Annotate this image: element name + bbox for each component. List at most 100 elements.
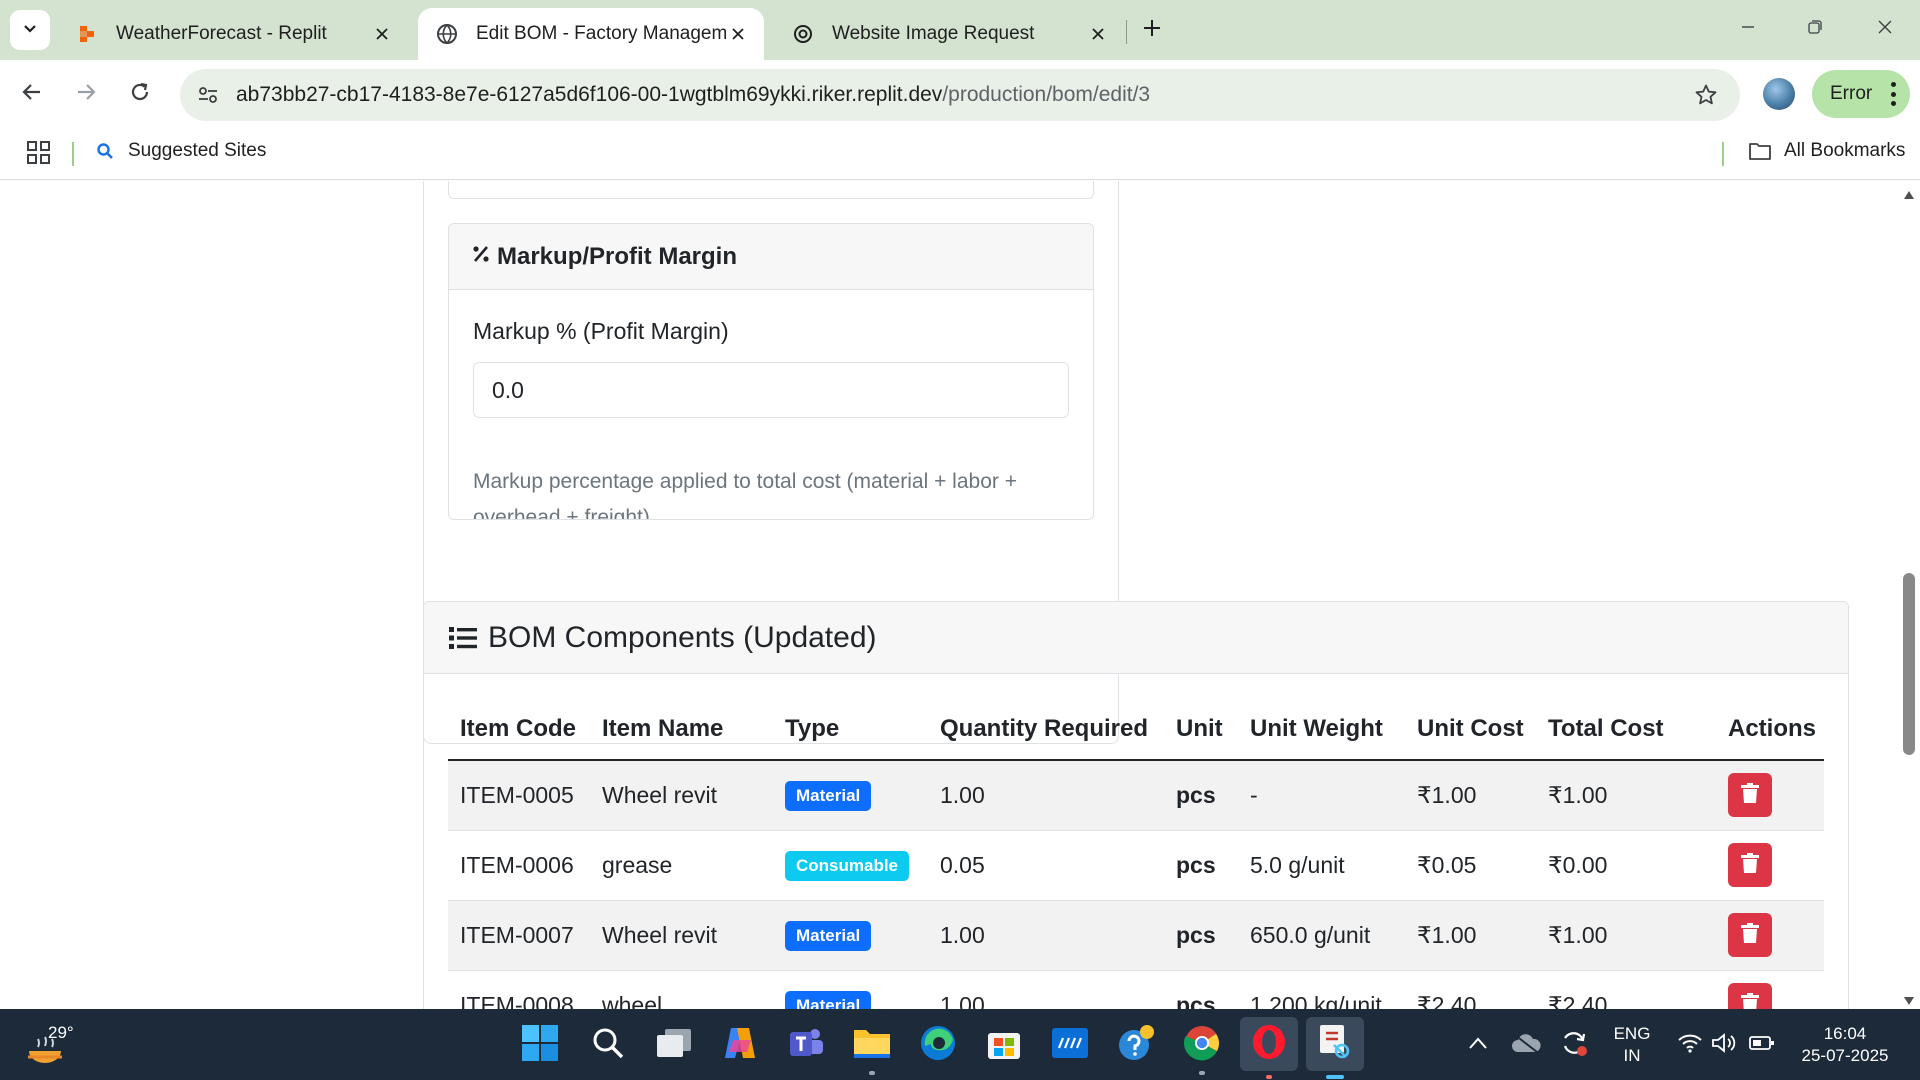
tab-weatherforecast[interactable]: WeatherForecast - Replit [58,8,408,60]
copilot-button[interactable] [718,1023,762,1067]
item-code: ITEM-0005 [448,760,590,831]
quantity-required: 1.00 [928,970,1164,1009]
more-menu-icon[interactable] [1890,82,1896,106]
item-type-cell: Material [773,900,928,971]
unit-weight: 5.0 g/unit [1238,830,1405,901]
reload-button[interactable] [122,76,158,112]
speaker-icon [1711,1032,1737,1059]
browser-toolbar: ab73bb27-cb17-4183-8e7e-6127a5d6f106-00-… [0,60,1920,128]
profile-status-label: Error [1830,83,1873,104]
actions-cell [1716,830,1824,901]
time: 16:04 [1823,1024,1867,1043]
forward-button[interactable] [68,76,104,112]
teams-button[interactable] [784,1023,828,1067]
show-hidden-icons-button[interactable] [1456,1023,1500,1067]
chrome-button[interactable] [1180,1023,1224,1075]
column-header: Unit Weight [1238,698,1405,761]
chevron-down-icon [22,20,38,41]
onedrive-button[interactable] [1504,1023,1548,1067]
myhp-button[interactable] [1048,1023,1092,1067]
minimize-button[interactable] [1733,14,1763,44]
task-view-icon [655,1027,693,1064]
active-indicator [1326,1075,1344,1079]
profile-error-button[interactable]: Error [1812,70,1910,118]
tab-website-image-request[interactable]: Website Image Request [774,8,1124,60]
unit: pcs [1164,830,1238,901]
scroll-up-icon[interactable] [1903,187,1915,199]
unit: pcs [1164,970,1238,1009]
item-code: ITEM-0006 [448,830,590,901]
new-tab-button[interactable] [1138,16,1166,44]
bookmark-label: All Bookmarks [1784,140,1906,161]
windows-taskbar: 29° ENG IN 16:04 25-07-2025 [0,1009,1920,1080]
date: 25-07-2025 [1801,1046,1889,1065]
close-icon[interactable] [370,22,394,46]
close-icon[interactable] [1086,22,1110,46]
delete-button[interactable] [1728,913,1772,957]
item-code: ITEM-0008 [448,970,590,1009]
window-close-button[interactable] [1870,14,1900,44]
table-header-row: Item Code Item Name Type Quantity Requir… [448,698,1824,761]
delete-button[interactable] [1728,773,1772,818]
bookmark-star-icon[interactable] [1692,81,1720,109]
unit-weight: 650.0 g/unit [1238,900,1405,971]
clock[interactable]: 16:04 25-07-2025 [1790,1023,1900,1067]
scrollbar-thumb[interactable] [1903,573,1915,755]
markup-section: Markup/Profit Margin Markup % (Profit Ma… [448,223,1094,520]
markup-percent-input[interactable]: 0.0 [473,362,1069,418]
restore-button[interactable] [1800,14,1830,44]
microsoft-store-button[interactable] [982,1023,1026,1067]
total-cost: ₹0.00 [1536,830,1716,901]
markup-help-text: Markup percentage applied to total cost … [473,470,1017,520]
delete-button[interactable] [1728,983,1772,1009]
task-view-button[interactable] [652,1023,696,1067]
teams-icon [787,1024,825,1067]
snipping-tool-button[interactable] [1306,1017,1364,1079]
opera-button[interactable] [1240,1017,1298,1079]
taskbar-search-button[interactable] [586,1023,630,1067]
address-bar[interactable]: ab73bb27-cb17-4183-8e7e-6127a5d6f106-00-… [180,69,1740,121]
profile-avatar[interactable] [1763,78,1795,110]
language-indicator[interactable]: ENG IN [1612,1023,1652,1067]
opera-icon [1250,1023,1288,1066]
sync-button[interactable] [1552,1023,1596,1067]
url-text: ab73bb27-cb17-4183-8e7e-6127a5d6f106-00-… [236,83,1150,107]
weather-widget[interactable]: 29° [26,1023,86,1067]
site-settings-icon[interactable] [194,81,222,109]
column-header: Unit [1164,698,1238,761]
column-header: Quantity Required [928,698,1164,761]
tab-title: Edit BOM - Factory Management [476,23,726,44]
battery-button[interactable] [1740,1023,1784,1067]
bookmark-suggested-sites[interactable]: Suggested Sites [96,140,266,162]
page-scrollbar[interactable] [1898,181,1920,1009]
get-help-button[interactable] [1114,1023,1158,1067]
unit-cost: ₹1.00 [1405,760,1536,831]
edge-icon [919,1024,957,1067]
close-icon[interactable] [726,22,750,46]
apps-grid-icon[interactable] [26,140,52,166]
unit-cost: ₹0.05 [1405,830,1536,901]
delete-button[interactable] [1728,843,1772,887]
all-bookmarks-button[interactable]: All Bookmarks [1748,140,1905,162]
table-row: ITEM-0005 Wheel revit Material 1.00 pcs … [448,760,1824,831]
tab-strip: WeatherForecast - Replit Edit BOM - Fact… [0,0,1920,60]
file-explorer-button[interactable] [850,1023,894,1075]
tab-edit-bom[interactable]: Edit BOM - Factory Management [418,8,764,60]
wifi-icon [1677,1032,1703,1059]
sync-icon [1559,1028,1589,1063]
item-type-cell: Material [773,970,928,1009]
folder-icon [1748,141,1772,161]
region: IN [1623,1046,1641,1065]
start-button[interactable] [518,1023,562,1067]
back-button[interactable] [14,76,50,112]
scroll-down-icon[interactable] [1903,993,1915,1005]
type-badge: Consumable [785,850,910,881]
column-header: Item Code [448,698,590,761]
list-icon [448,625,478,651]
tab-search-button[interactable] [10,10,50,50]
tab-title: Website Image Request [832,23,1035,44]
copilot-icon [721,1024,759,1067]
bookmark-divider [72,142,74,166]
edge-button[interactable] [916,1023,960,1067]
chevron-up-icon [1468,1036,1488,1055]
